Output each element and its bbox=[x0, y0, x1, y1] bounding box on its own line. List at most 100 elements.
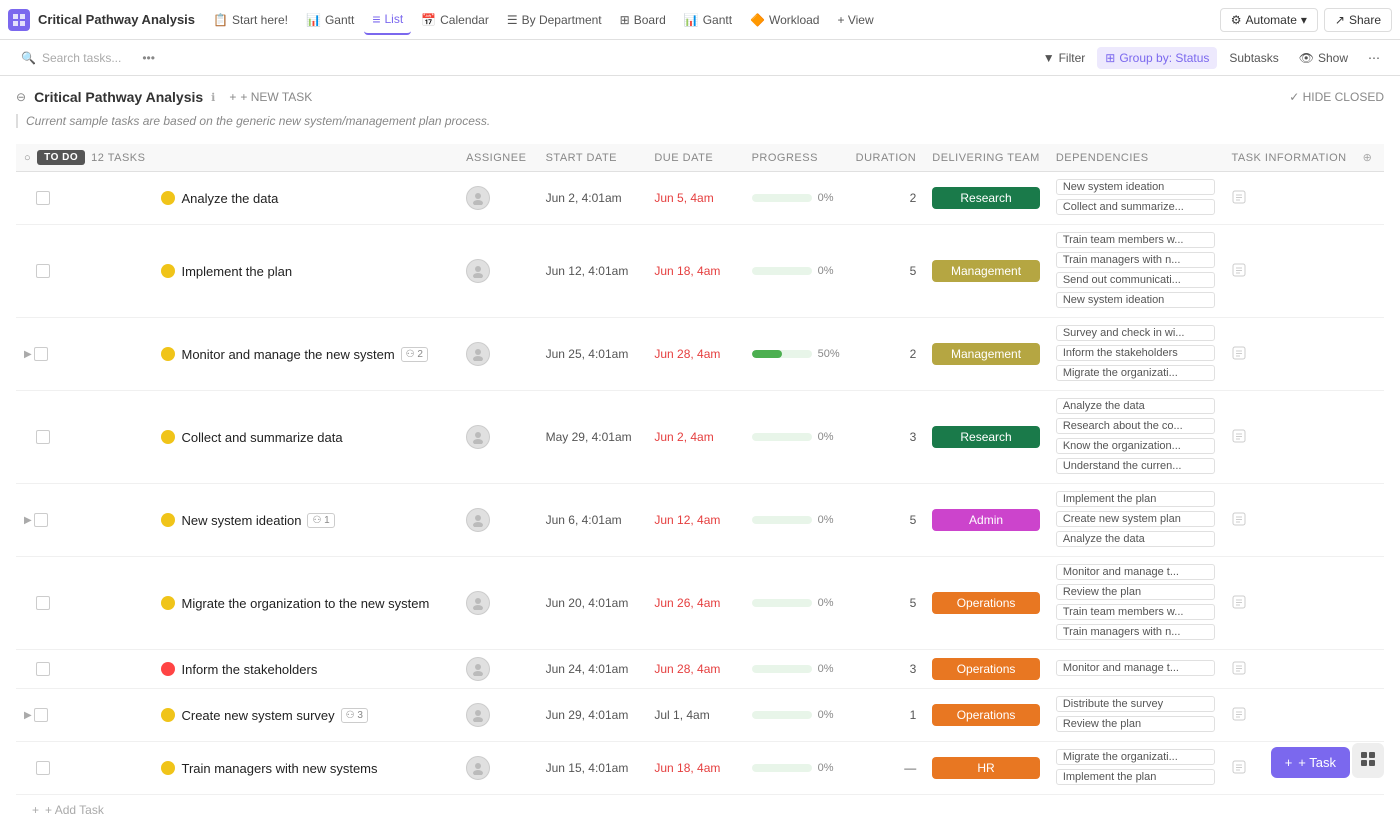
task-info-icon[interactable] bbox=[1231, 764, 1247, 778]
progress-percent: 50% bbox=[818, 348, 840, 360]
dependencies-cell: New system ideationCollect and summarize… bbox=[1048, 172, 1224, 225]
project-collapse-toggle[interactable]: ⊖ bbox=[16, 90, 26, 104]
share-button[interactable]: ↗ Share bbox=[1324, 8, 1392, 32]
hide-closed-button[interactable]: ✓ HIDE CLOSED bbox=[1289, 90, 1384, 104]
task-info-icon[interactable] bbox=[1231, 516, 1247, 530]
col-add-header[interactable]: ⊕ bbox=[1355, 144, 1384, 172]
task-expand-icon[interactable]: ▶ bbox=[24, 349, 32, 360]
task-name-cell: Monitor and manage the new system ⚇ 2 bbox=[153, 318, 458, 391]
task-info-icon[interactable] bbox=[1231, 599, 1247, 613]
dependency-tag: Review the plan bbox=[1056, 716, 1216, 732]
dependencies-cell: Migrate the organizati... Implement the p… bbox=[1048, 742, 1224, 795]
dependencies-cell: Distribute the surveyReview the plan bbox=[1048, 689, 1224, 742]
subtasks-button[interactable]: Subtasks bbox=[1221, 47, 1286, 69]
progress-bar bbox=[752, 764, 812, 772]
progress-percent: 0% bbox=[818, 762, 834, 774]
task-info-icon[interactable] bbox=[1231, 665, 1247, 679]
task-name-text: Analyze the data bbox=[181, 191, 278, 206]
progress-percent: 0% bbox=[818, 192, 834, 204]
task-name-cell: New system ideation ⚇ 1 bbox=[153, 484, 458, 557]
subtask-count: ⚇ 2 bbox=[401, 347, 428, 362]
dependency-tag: Train team members w... bbox=[1056, 232, 1216, 248]
task-checkbox[interactable] bbox=[36, 761, 50, 775]
task-info-cell bbox=[1223, 225, 1354, 318]
start-date-text: Jun 2, 4:01am bbox=[546, 191, 622, 205]
task-checkbox[interactable] bbox=[34, 347, 48, 361]
task-name-cell: Train managers with new systems bbox=[153, 742, 458, 795]
assignee-cell bbox=[458, 172, 537, 225]
assignee-cell bbox=[458, 689, 537, 742]
task-checkbox[interactable] bbox=[34, 513, 48, 527]
team-cell: HR bbox=[924, 742, 1048, 795]
search-box[interactable]: 🔍 Search tasks... bbox=[12, 46, 130, 70]
task-info-cell bbox=[1223, 557, 1354, 650]
duration-text: 5 bbox=[910, 513, 917, 527]
due-date-cell: Jul 1, 4am bbox=[646, 689, 743, 742]
dependency-tag: Migrate the organizati... bbox=[1056, 749, 1216, 765]
dependency-tag: Implement the plan bbox=[1056, 769, 1216, 785]
tab-bydept[interactable]: ☰ By Department bbox=[499, 5, 610, 35]
tab-start[interactable]: 📋 Start here! bbox=[205, 5, 296, 35]
tab-workload[interactable]: 🔶 Workload bbox=[742, 5, 827, 35]
grid-view-toggle[interactable] bbox=[1352, 743, 1384, 778]
gantt1-icon: 📊 bbox=[306, 13, 321, 27]
due-date-text: Jun 2, 4am bbox=[654, 430, 713, 444]
tab-gantt1[interactable]: 📊 Gantt bbox=[298, 5, 362, 35]
start-date-cell: Jun 2, 4:01am bbox=[538, 172, 647, 225]
task-info-icon[interactable] bbox=[1231, 267, 1247, 281]
dependency-tag: Train managers with n... bbox=[1056, 252, 1216, 268]
dependency-tag: Send out communicati... bbox=[1056, 272, 1216, 288]
tab-list[interactable]: ≡ List bbox=[364, 5, 411, 35]
toolbar-options-icon[interactable]: ⋯ bbox=[1360, 47, 1388, 69]
progress-cell: 0% bbox=[744, 650, 848, 689]
task-checkbox[interactable] bbox=[34, 708, 48, 722]
col-info-header: TASK INFORMATION bbox=[1223, 144, 1354, 172]
quick-add-task-button[interactable]: + + Task bbox=[1271, 747, 1350, 778]
dependency-tag: Implement the plan bbox=[1056, 491, 1216, 507]
task-expand-icon[interactable]: ▶ bbox=[24, 710, 32, 721]
toolbar-more-icon[interactable]: ••• bbox=[138, 47, 159, 69]
row-extra-cell bbox=[1355, 484, 1384, 557]
group-task-count: 12 TASKS bbox=[91, 152, 145, 164]
task-checkbox[interactable] bbox=[36, 430, 50, 444]
task-checkbox[interactable] bbox=[36, 596, 50, 610]
show-icon: 👁 bbox=[1299, 51, 1314, 65]
tab-gantt2[interactable]: 📊 Gantt bbox=[676, 5, 740, 35]
tab-board[interactable]: ⊞ Board bbox=[612, 5, 674, 35]
duration-cell: 2 bbox=[848, 318, 925, 391]
col-toggle: ○ TO DO 12 TASKS bbox=[16, 144, 153, 172]
automate-button[interactable]: ⚙ Automate ▾ bbox=[1220, 8, 1318, 32]
filter-button[interactable]: ▼ Filter bbox=[1035, 47, 1094, 69]
dependency-tag: Understand the curren... bbox=[1056, 458, 1216, 474]
task-checkbox[interactable] bbox=[36, 264, 50, 278]
start-date-cell: Jun 24, 4:01am bbox=[538, 650, 647, 689]
task-checkbox[interactable] bbox=[36, 662, 50, 676]
assignee-avatar bbox=[466, 425, 490, 449]
team-cell: Research bbox=[924, 172, 1048, 225]
new-task-button[interactable]: + + NEW TASK bbox=[223, 88, 318, 106]
task-name-text: New system ideation bbox=[181, 513, 301, 528]
task-expand-icon[interactable]: ▶ bbox=[24, 515, 32, 526]
task-checkbox[interactable] bbox=[36, 191, 50, 205]
task-row: Train managers with new systems Jun 15, … bbox=[16, 742, 1384, 795]
group-collapse-icon[interactable]: ○ bbox=[24, 152, 31, 164]
task-info-icon[interactable] bbox=[1231, 350, 1247, 364]
add-view-btn[interactable]: + View bbox=[829, 5, 881, 35]
task-info-icon[interactable] bbox=[1231, 433, 1247, 447]
dependencies-cell: Train team members w... Train managers wi… bbox=[1048, 225, 1224, 318]
col-task-header bbox=[153, 144, 458, 172]
start-date-cell: Jun 29, 4:01am bbox=[538, 689, 647, 742]
progress-percent: 0% bbox=[818, 709, 834, 721]
tab-calendar[interactable]: 📅 Calendar bbox=[413, 5, 497, 35]
add-task-button[interactable]: + + Add Task bbox=[16, 795, 1384, 825]
task-name-text: Migrate the organization to the new syst… bbox=[181, 596, 429, 611]
show-button[interactable]: 👁 Show bbox=[1291, 47, 1356, 69]
dependency-tag: Monitor and manage t... bbox=[1056, 564, 1216, 580]
add-column-icon[interactable]: ⊕ bbox=[1363, 152, 1373, 164]
project-info-icon[interactable]: ℹ bbox=[211, 91, 215, 104]
group-by-button[interactable]: ⊞ Group by: Status bbox=[1097, 47, 1217, 69]
team-cell: Management bbox=[924, 318, 1048, 391]
task-info-icon[interactable] bbox=[1231, 711, 1247, 725]
due-date-cell: Jun 12, 4am bbox=[646, 484, 743, 557]
task-info-icon[interactable] bbox=[1231, 194, 1247, 208]
